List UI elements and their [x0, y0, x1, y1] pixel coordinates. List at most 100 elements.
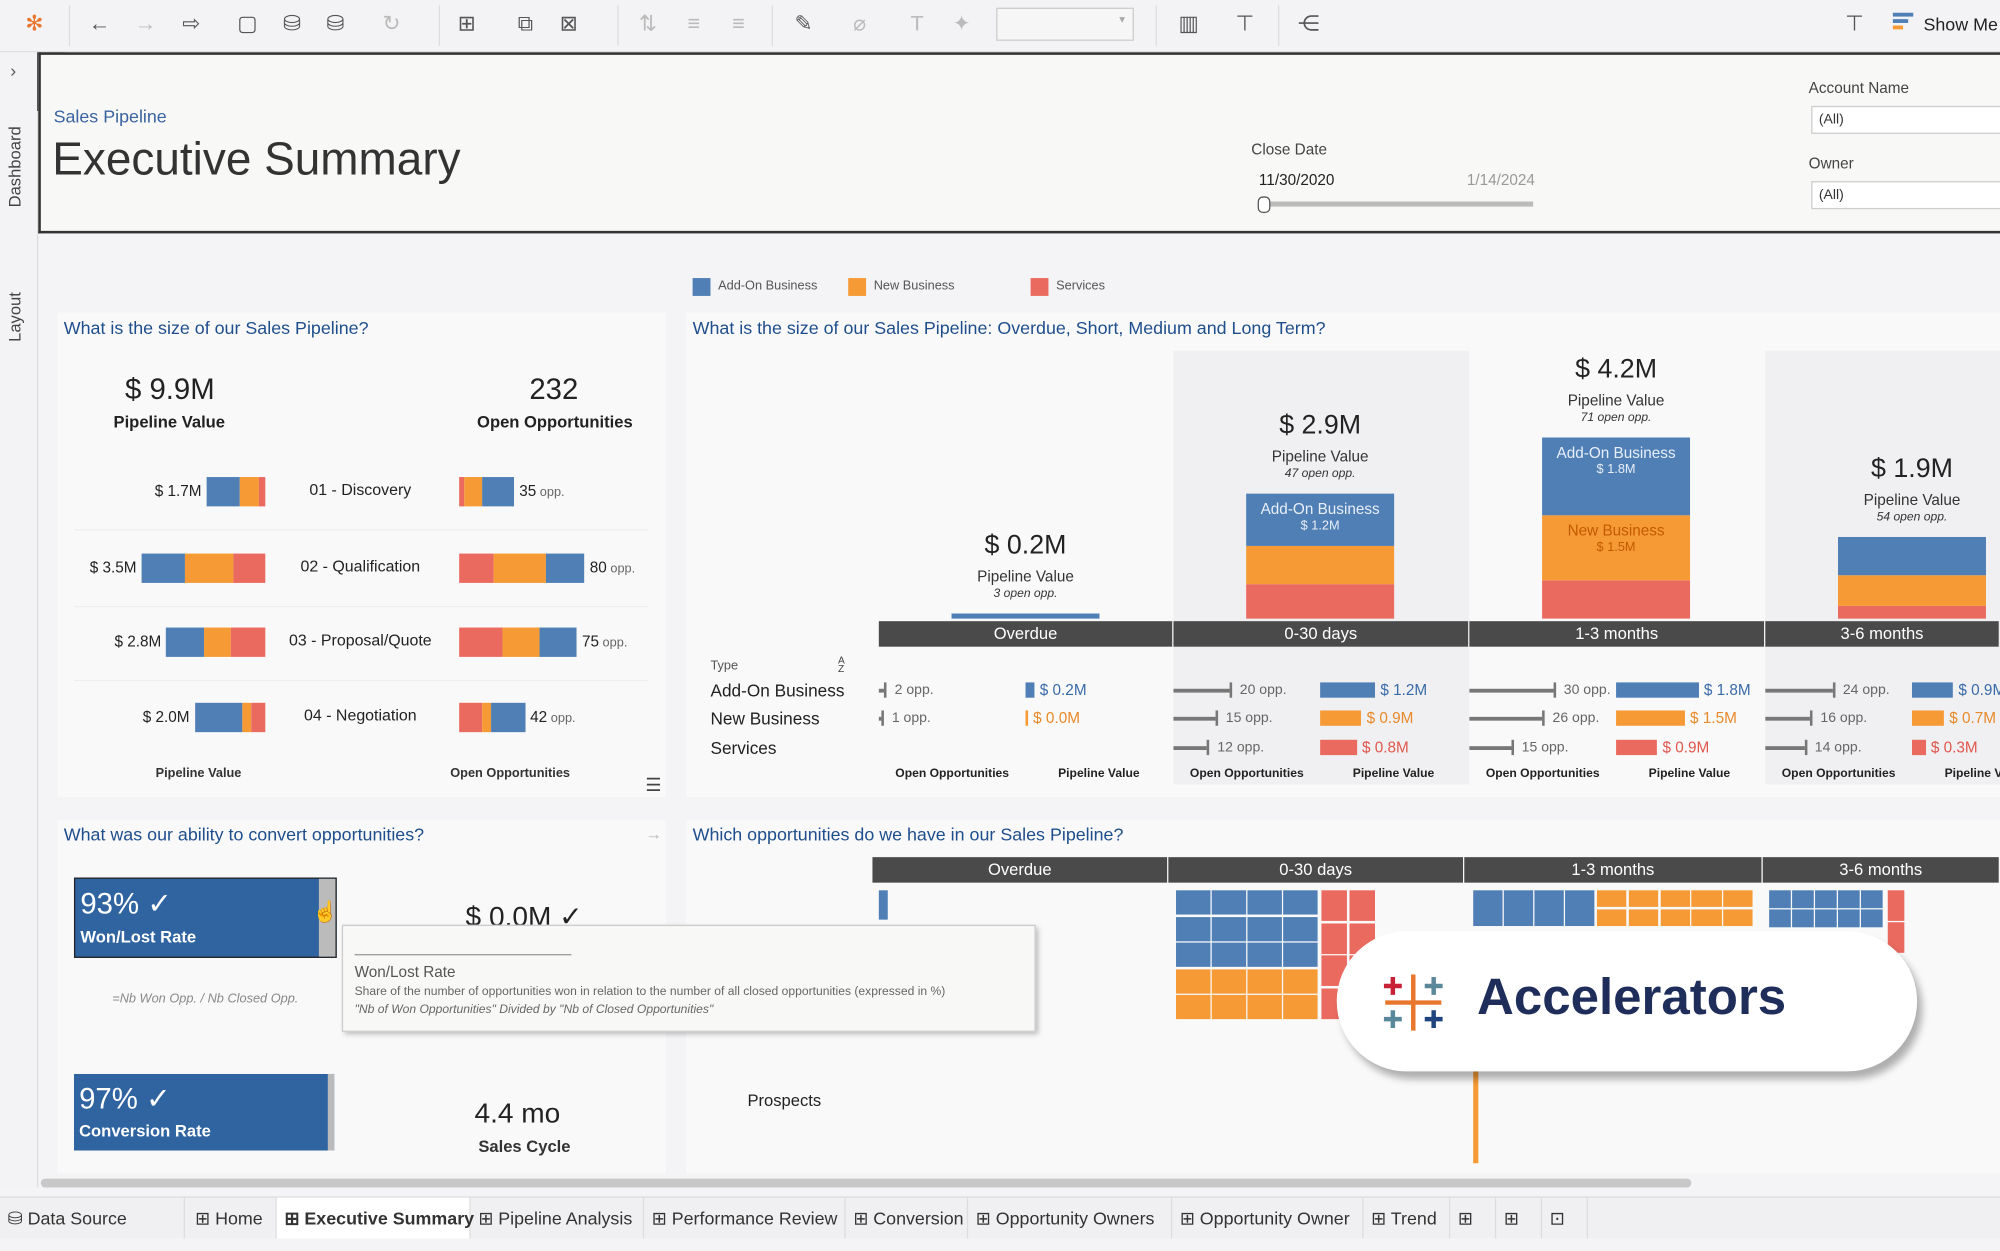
pin-icon[interactable]: ✦: [946, 10, 977, 38]
refresh-icon[interactable]: ↻: [376, 10, 407, 38]
new-story-icon[interactable]: ⊡: [1542, 1197, 1589, 1239]
presentation-icon[interactable]: ⊤: [1230, 10, 1261, 38]
opp-bar[interactable]: [1765, 688, 1833, 693]
treemap-cell[interactable]: [1247, 890, 1282, 915]
treemap-cell[interactable]: [1860, 890, 1883, 908]
stage-opp-bar-segment[interactable]: [459, 553, 494, 583]
tab-conversion[interactable]: ⊞ Conversion: [846, 1197, 969, 1239]
forward-icon[interactable]: →: [130, 10, 161, 38]
close-date-slider-track[interactable]: [1264, 201, 1534, 207]
stage-value-bar-segment[interactable]: [241, 702, 251, 733]
treemap-cell[interactable]: [1211, 890, 1246, 915]
treemap-cell[interactable]: [1283, 916, 1317, 942]
new-worksheet-icon[interactable]: ⊞: [452, 10, 483, 38]
close-date-slider-handle[interactable]: [1257, 196, 1271, 214]
treemap-cell[interactable]: [1176, 969, 1210, 993]
term-bar-segment[interactable]: Add-On Business $ 1.8M: [1542, 437, 1691, 516]
treemap-cell[interactable]: [1723, 890, 1754, 907]
treemap-cell[interactable]: [1503, 890, 1533, 926]
stage-opp-bar-segment[interactable]: [539, 627, 577, 657]
sort-desc-icon[interactable]: ≡: [723, 10, 754, 38]
treemap-cell[interactable]: [1723, 908, 1754, 926]
stage-value-bar-segment[interactable]: [230, 627, 266, 657]
stage-opp-bar-segment[interactable]: [482, 477, 515, 507]
stage-opp-bar-segment[interactable]: [503, 627, 540, 657]
prospect-bar[interactable]: [1473, 1071, 1479, 1164]
term-bar-segment[interactable]: [1246, 584, 1395, 619]
stage-value-bar-segment[interactable]: [203, 627, 231, 657]
highlight-icon[interactable]: ✎: [788, 10, 819, 38]
conversion-rate-kpi[interactable]: 97% ✓ Conversion Rate: [73, 1073, 335, 1151]
fit-dropdown[interactable]: ▾: [996, 7, 1134, 41]
treemap-cell[interactable]: [1534, 890, 1564, 926]
expand-icon[interactable]: ›: [10, 60, 16, 80]
stage-value-bar-segment[interactable]: [233, 553, 266, 583]
treemap-cell[interactable]: [1769, 890, 1791, 908]
close-date-start[interactable]: 11/30/2020: [1259, 171, 1334, 189]
stage-value-bar-segment[interactable]: [194, 702, 242, 733]
treemap-cell[interactable]: [1838, 909, 1860, 927]
arrow-right-icon[interactable]: →: [645, 824, 662, 843]
treemap-cell[interactable]: [1596, 890, 1627, 907]
tab-opportunity-owners[interactable]: ⊞ Opportunity Owners: [968, 1197, 1173, 1239]
show-me-button[interactable]: Show Me: [1923, 14, 1997, 34]
treemap-cell[interactable]: [1769, 909, 1791, 927]
owner-select[interactable]: (All): [1811, 181, 2000, 210]
tab-home[interactable]: ⊞ Home: [187, 1197, 277, 1239]
treemap-cell[interactable]: [1792, 909, 1814, 927]
opp-bar[interactable]: [1469, 746, 1512, 750]
stage-opp-bar-segment[interactable]: [493, 553, 546, 583]
opp-bar[interactable]: [1765, 716, 1811, 721]
stage-value-bar-segment[interactable]: [239, 477, 259, 507]
back-icon[interactable]: ←: [84, 10, 115, 38]
annotate-icon[interactable]: ⌀: [844, 10, 875, 38]
treemap-cell[interactable]: [1211, 969, 1246, 993]
treemap-cell[interactable]: [1247, 994, 1282, 1019]
treemap-cell[interactable]: [1176, 943, 1210, 968]
opp-bar[interactable]: [1173, 746, 1208, 750]
value-bar[interactable]: [1616, 739, 1658, 756]
treemap-cell[interactable]: [1283, 994, 1317, 1019]
tab-performance-review[interactable]: ⊞ Performance Review: [644, 1197, 846, 1239]
chart-icon[interactable]: ▥: [1173, 10, 1204, 38]
treemap-cell[interactable]: [1838, 890, 1860, 908]
term-bar-segment[interactable]: [951, 613, 1100, 619]
value-bar[interactable]: [1911, 739, 1926, 756]
save-icon[interactable]: ▢: [232, 10, 263, 38]
term-bar-segment[interactable]: [1838, 575, 1986, 606]
tab-opportunity-owner[interactable]: ⊞ Opportunity Owner: [1172, 1197, 1364, 1239]
pause-icon[interactable]: ⛁: [320, 10, 351, 38]
treemap-cell[interactable]: [1691, 908, 1722, 926]
tab-trend[interactable]: ⊞ Trend: [1364, 1197, 1451, 1239]
tooltip-icon[interactable]: ⊤: [1839, 10, 1870, 38]
menu-icon[interactable]: ☰: [645, 774, 661, 796]
treemap-cell[interactable]: [1792, 890, 1814, 908]
opp-bar[interactable]: [1469, 716, 1543, 721]
breadcrumb[interactable]: Sales Pipeline: [54, 106, 167, 126]
treemap-cell[interactable]: [1321, 890, 1347, 921]
value-bar[interactable]: [1616, 682, 1699, 698]
treemap-cell[interactable]: [1247, 916, 1282, 942]
treemap-cell[interactable]: [1176, 916, 1210, 942]
term-bar-segment[interactable]: [1838, 605, 1986, 619]
tableau-logo-icon[interactable]: ✻: [19, 10, 50, 38]
treemap-cell[interactable]: [1815, 890, 1837, 908]
horizontal-scrollbar[interactable]: [40, 1178, 1692, 1188]
stage-opp-bar-segment[interactable]: [459, 702, 483, 733]
treemap-cell[interactable]: [1628, 890, 1659, 907]
value-bar[interactable]: [1911, 682, 1954, 698]
treemap-cell[interactable]: [1211, 916, 1246, 942]
value-bar[interactable]: [1616, 710, 1685, 726]
treemap-cell[interactable]: [1211, 994, 1246, 1019]
treemap-cell[interactable]: [878, 890, 888, 920]
term-bar-segment[interactable]: [1542, 579, 1691, 619]
treemap-cell[interactable]: [1348, 890, 1375, 921]
treemap-cell[interactable]: [1176, 890, 1210, 915]
opp-bar[interactable]: [1469, 688, 1554, 693]
treemap-cell[interactable]: [1660, 890, 1690, 907]
tab-layout[interactable]: Layout: [5, 292, 24, 342]
tab-data-source[interactable]: ⛁ Data Source: [0, 1197, 185, 1239]
stage-opp-bar-segment[interactable]: [459, 627, 504, 657]
treemap-cell[interactable]: [1860, 909, 1883, 927]
treemap-cell[interactable]: [1321, 922, 1347, 954]
